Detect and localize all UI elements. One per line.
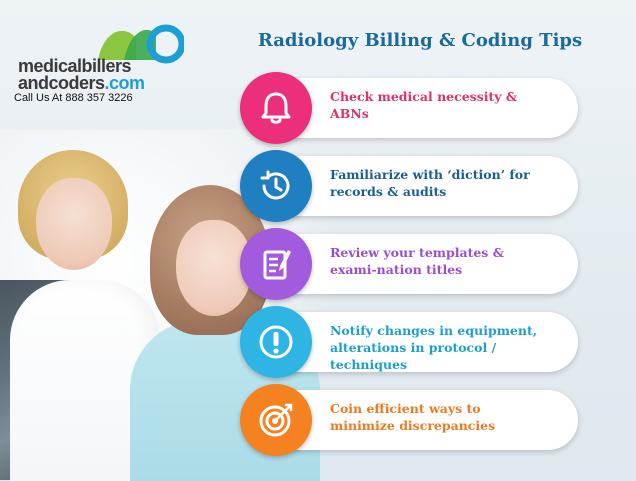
tip-text: Familiarize with ‘diction’ for records &… (330, 167, 530, 199)
clock-icon (260, 170, 290, 200)
bell-icon (261, 92, 291, 124)
tip-item-diction: Familiarize with ‘diction’ for records &… (240, 148, 580, 224)
tip-text: Coin efficient ways to minimize discrepa… (330, 401, 496, 433)
target-icon (259, 403, 293, 437)
tip-item-templates: Review your templates & exami-nation tit… (240, 226, 580, 302)
tip-icon-circle (240, 72, 312, 144)
tip-text: Review your templates & exami-nation tit… (330, 245, 504, 277)
notepad-icon (263, 250, 291, 280)
tip-item-coin: Coin efficient ways to minimize discrepa… (240, 382, 580, 458)
tip-icon-circle (240, 306, 312, 378)
exclamation-icon (259, 325, 293, 359)
tip-icon-circle (240, 384, 312, 456)
logo-line-2: andcoders.com (18, 73, 145, 93)
call-us-text: Call Us At 888 357 3226 (14, 92, 133, 104)
page-title: Radiology Billing & Coding Tips (257, 30, 583, 51)
tip-text: Notify changes in equipment, alterations… (330, 323, 538, 372)
tip-icon-circle (240, 150, 312, 222)
tip-item-notify: Notify changes in equipment, alterations… (240, 304, 580, 380)
doctor-face (36, 178, 112, 270)
brand-logo: medicalbillers andcoders.com (18, 20, 184, 100)
tip-item-necessity: Check medical necessity & ABNs (240, 70, 580, 146)
tip-icon-circle (240, 228, 312, 300)
tip-text: Check medical necessity & ABNs (330, 89, 518, 121)
